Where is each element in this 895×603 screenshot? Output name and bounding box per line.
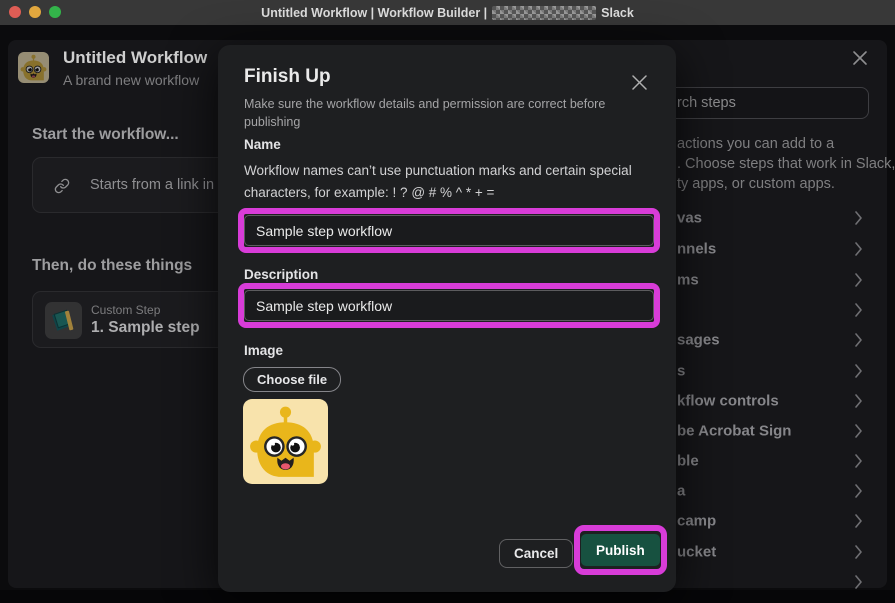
modal-subtitle: Make sure the workflow details and permi…	[244, 95, 620, 131]
chevron-right-icon[interactable]	[855, 545, 863, 559]
slack-workflow-builder-window: Untitled Workflow | Workflow Builder | S…	[0, 0, 895, 603]
step-category-label[interactable]: kflow controls	[677, 393, 779, 410]
chevron-right-icon[interactable]	[855, 484, 863, 498]
chevron-right-icon[interactable]	[855, 211, 863, 225]
start-section-heading: Start the workflow...	[32, 126, 179, 144]
workflow-subtitle: A brand new workflow	[63, 72, 199, 88]
step-category-label[interactable]: s	[677, 363, 685, 380]
choose-file-button[interactable]: Choose file	[243, 367, 341, 392]
steps-panel-description-line2: . Choose steps that work in Slack,	[677, 156, 892, 172]
chevron-right-icon[interactable]	[855, 333, 863, 347]
step-category-label[interactable]: sages	[677, 332, 720, 349]
minimize-window-button[interactable]	[29, 6, 41, 18]
step-category-label[interactable]: vas	[677, 210, 702, 227]
name-label: Name	[244, 137, 281, 152]
chevron-right-icon[interactable]	[855, 514, 863, 528]
modal-title: Finish Up	[244, 66, 331, 88]
start-trigger-label: Starts from a link in Sla	[90, 177, 239, 193]
step-category-label[interactable]: a	[677, 483, 685, 500]
custom-step-icon	[45, 302, 82, 339]
robot-avatar-icon	[18, 52, 49, 83]
chevron-right-icon[interactable]	[855, 575, 863, 589]
window-title: Untitled Workflow | Workflow Builder | S…	[261, 6, 634, 20]
macos-titlebar: Untitled Workflow | Workflow Builder | S…	[0, 0, 895, 25]
chevron-right-icon[interactable]	[855, 303, 863, 317]
search-steps-placeholder: rch steps	[677, 95, 736, 111]
link-icon	[54, 178, 70, 194]
cancel-button[interactable]: Cancel	[499, 539, 573, 568]
step-category-label[interactable]: ucket	[677, 544, 716, 561]
image-label: Image	[244, 343, 283, 358]
chevron-right-icon[interactable]	[855, 242, 863, 256]
description-field-highlight	[238, 283, 660, 328]
redacted-workspace-name	[492, 6, 596, 20]
workflow-image-preview	[243, 399, 328, 484]
start-trigger-card[interactable]: Starts from a link in Sla	[32, 157, 234, 213]
name-help-text: Workflow names can’t use punctuation mar…	[244, 160, 648, 204]
chevron-right-icon[interactable]	[855, 394, 863, 408]
traffic-lights	[9, 6, 61, 18]
finish-up-modal: Finish Up Make sure the workflow details…	[218, 45, 676, 592]
window-title-suffix: Slack	[601, 6, 634, 20]
step-category-label[interactable]: ms	[677, 272, 699, 289]
steps-panel-close-icon[interactable]	[852, 50, 868, 66]
description-input[interactable]	[244, 290, 654, 321]
zoom-window-button[interactable]	[49, 6, 61, 18]
publish-button[interactable]: Publish	[581, 534, 660, 566]
steps-panel-description-line1: actions you can add to a	[677, 136, 892, 152]
step-label: 1. Sample step	[91, 319, 200, 337]
chevron-right-icon[interactable]	[855, 364, 863, 378]
step-category-label[interactable]: nnels	[677, 241, 716, 258]
close-window-button[interactable]	[9, 6, 21, 18]
name-field-highlight	[238, 208, 660, 253]
workflow-title: Untitled Workflow	[63, 48, 207, 68]
chevron-right-icon[interactable]	[855, 454, 863, 468]
name-input[interactable]	[244, 215, 654, 246]
steps-panel-description-line3: ty apps, or custom apps.	[677, 176, 892, 192]
step-category-label[interactable]: ble	[677, 453, 699, 470]
step-category-label[interactable]: be Acrobat Sign	[677, 423, 791, 440]
step-kicker: Custom Step	[91, 303, 160, 317]
then-section-heading: Then, do these things	[32, 257, 192, 275]
publish-button-highlight: Publish	[574, 525, 667, 575]
modal-close-icon[interactable]	[631, 74, 648, 91]
chevron-right-icon[interactable]	[855, 424, 863, 438]
step-category-label[interactable]: camp	[677, 513, 716, 530]
workflow-avatar	[18, 52, 49, 83]
description-label: Description	[244, 267, 318, 282]
window-title-prefix: Untitled Workflow | Workflow Builder |	[261, 6, 487, 20]
chevron-right-icon[interactable]	[855, 273, 863, 287]
robot-image-icon	[243, 399, 328, 484]
step-card[interactable]: Custom Step 1. Sample step	[32, 291, 234, 348]
